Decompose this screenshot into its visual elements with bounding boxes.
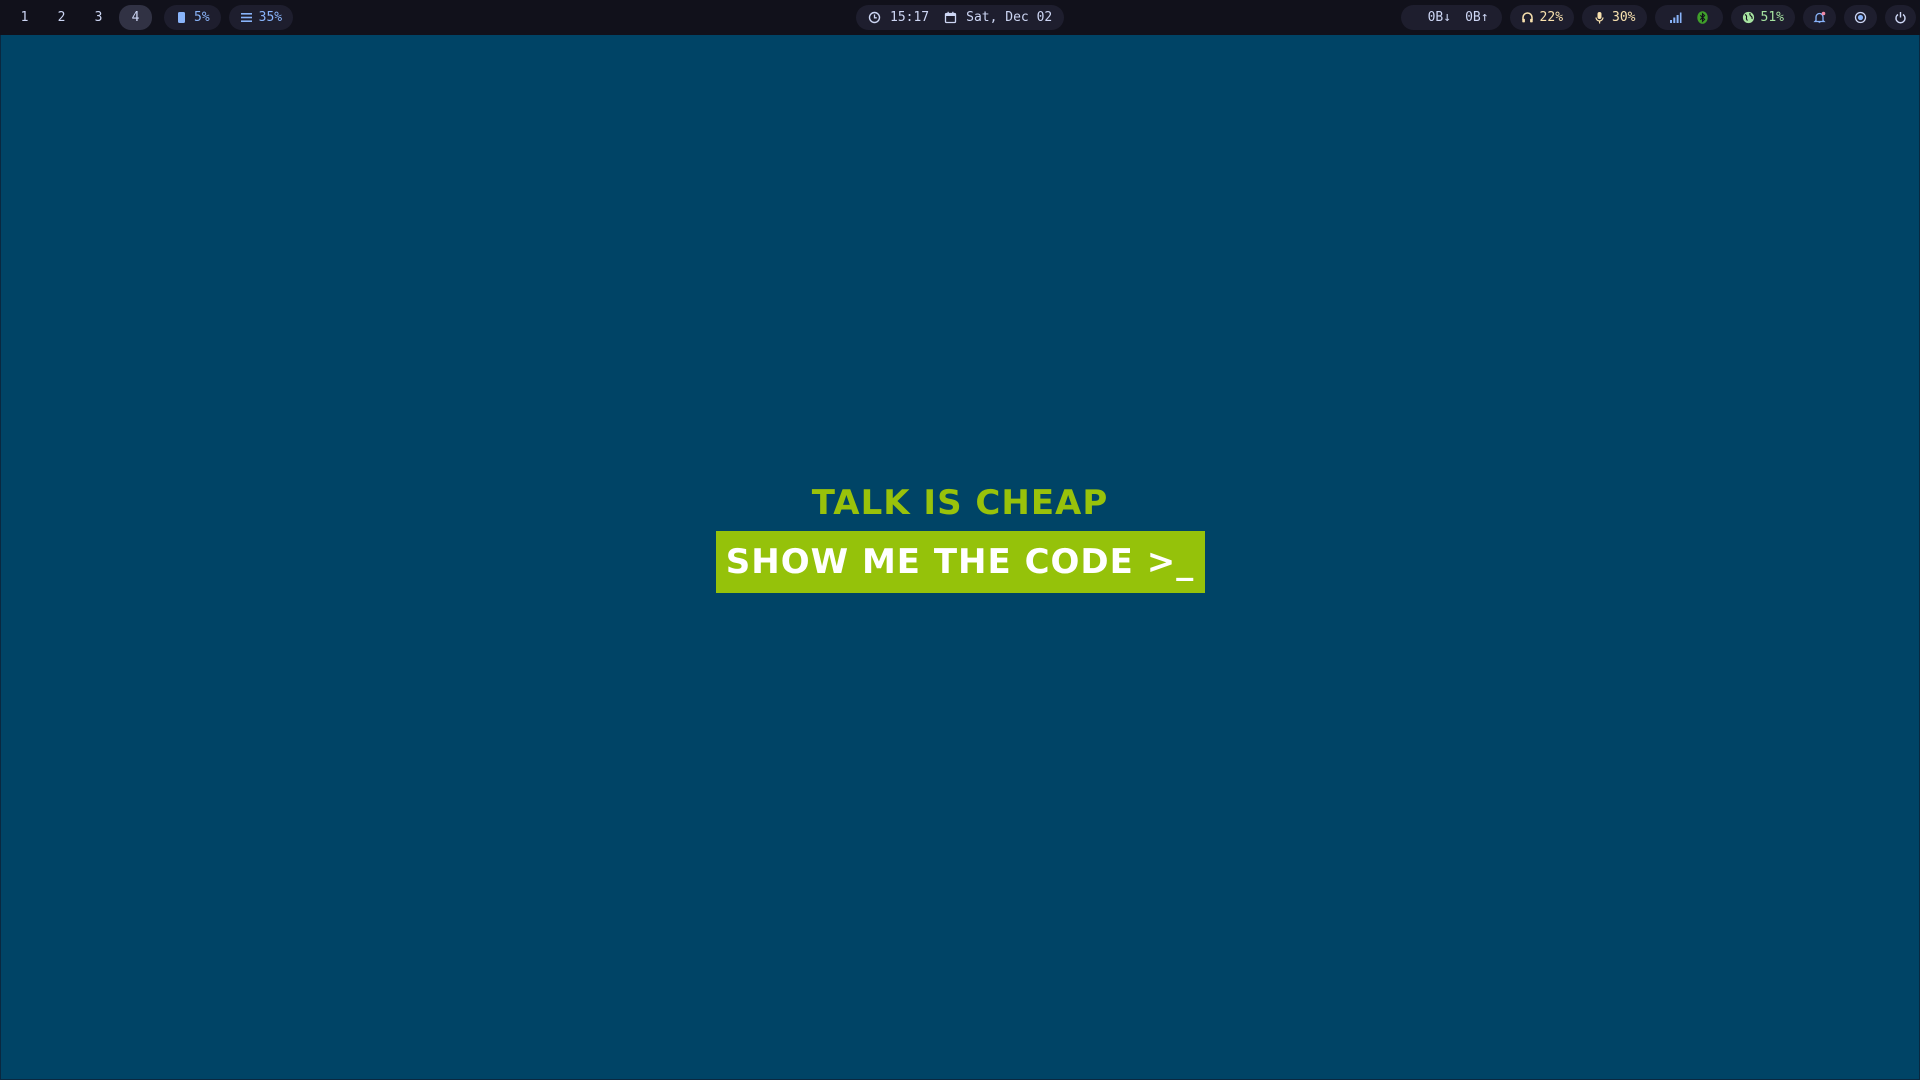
- notifications-button[interactable]: [1803, 5, 1836, 30]
- signal-icon[interactable]: [1669, 11, 1682, 24]
- bluetooth-icon[interactable]: [1696, 11, 1709, 24]
- arrow-up-icon: ↑: [1480, 10, 1489, 25]
- clock-time: 15:17: [890, 10, 930, 25]
- record-button[interactable]: [1844, 5, 1877, 30]
- wallpaper: TALK IS CHEAP SHOW ME THE CODE >_: [1, 35, 1919, 1079]
- network-speed[interactable]: 0B↓ 0B↑: [1400, 5, 1502, 30]
- desktop[interactable]: TALK IS CHEAP SHOW ME THE CODE >_: [0, 35, 1920, 1080]
- workspace-2[interactable]: 2: [45, 5, 78, 30]
- top-bar: 1 2 3 4 5% 35% 15:17 Sat, Dec 02 0B↓ 0B↑…: [0, 0, 1920, 35]
- memory-percent: 35%: [258, 10, 283, 25]
- bell-icon: [1813, 11, 1826, 24]
- clock-widget[interactable]: 15:17 Sat, Dec 02: [856, 5, 1065, 30]
- battery-percent: 51%: [1760, 10, 1784, 25]
- wallpaper-banner-text: SHOW ME THE CODE >_: [725, 542, 1195, 582]
- battery-indicator[interactable]: 51%: [1730, 5, 1795, 30]
- headphone-volume-value: 22%: [1539, 10, 1564, 25]
- globe-icon: [1742, 11, 1755, 24]
- power-button[interactable]: [1885, 5, 1916, 30]
- calendar-icon: [944, 11, 957, 24]
- workspace-4[interactable]: 4: [119, 5, 152, 30]
- microphone-icon: [1593, 11, 1606, 24]
- storage-icon: [175, 11, 188, 24]
- headphone-volume[interactable]: 22%: [1509, 5, 1575, 30]
- power-icon: [1894, 11, 1907, 24]
- clock-icon: [868, 11, 881, 24]
- wallpaper-banner: SHOW ME THE CODE >_: [715, 531, 1205, 593]
- wallpaper-heading: TALK IS CHEAP: [811, 483, 1109, 523]
- memory-indicator[interactable]: 35%: [228, 5, 294, 30]
- menu-lines-icon: [240, 11, 253, 24]
- connectivity-tray: [1654, 5, 1723, 30]
- workspace-3[interactable]: 3: [82, 5, 115, 30]
- workspace-1[interactable]: 1: [8, 5, 41, 30]
- upload-speed: 0B↑: [1465, 10, 1488, 25]
- bar-left: 1 2 3 4 5% 35%: [8, 5, 294, 30]
- download-value: 0B: [1427, 10, 1444, 25]
- mic-volume[interactable]: 30%: [1582, 5, 1647, 30]
- storage-indicator[interactable]: 5%: [164, 5, 221, 30]
- bar-right: 0B↓ 0B↑ 22% 30% 51%: [1400, 5, 1916, 30]
- workspace-switcher: 1 2 3 4: [8, 5, 152, 30]
- record-icon: [1854, 11, 1867, 24]
- arrow-down-icon: ↓: [1443, 10, 1452, 25]
- download-speed: 0B↓: [1428, 10, 1451, 25]
- clock-date: Sat, Dec 02: [966, 10, 1053, 25]
- mic-volume-value: 30%: [1612, 10, 1636, 25]
- upload-value: 0B: [1465, 10, 1481, 25]
- storage-percent: 5%: [194, 10, 210, 25]
- headphones-icon: [1521, 11, 1534, 24]
